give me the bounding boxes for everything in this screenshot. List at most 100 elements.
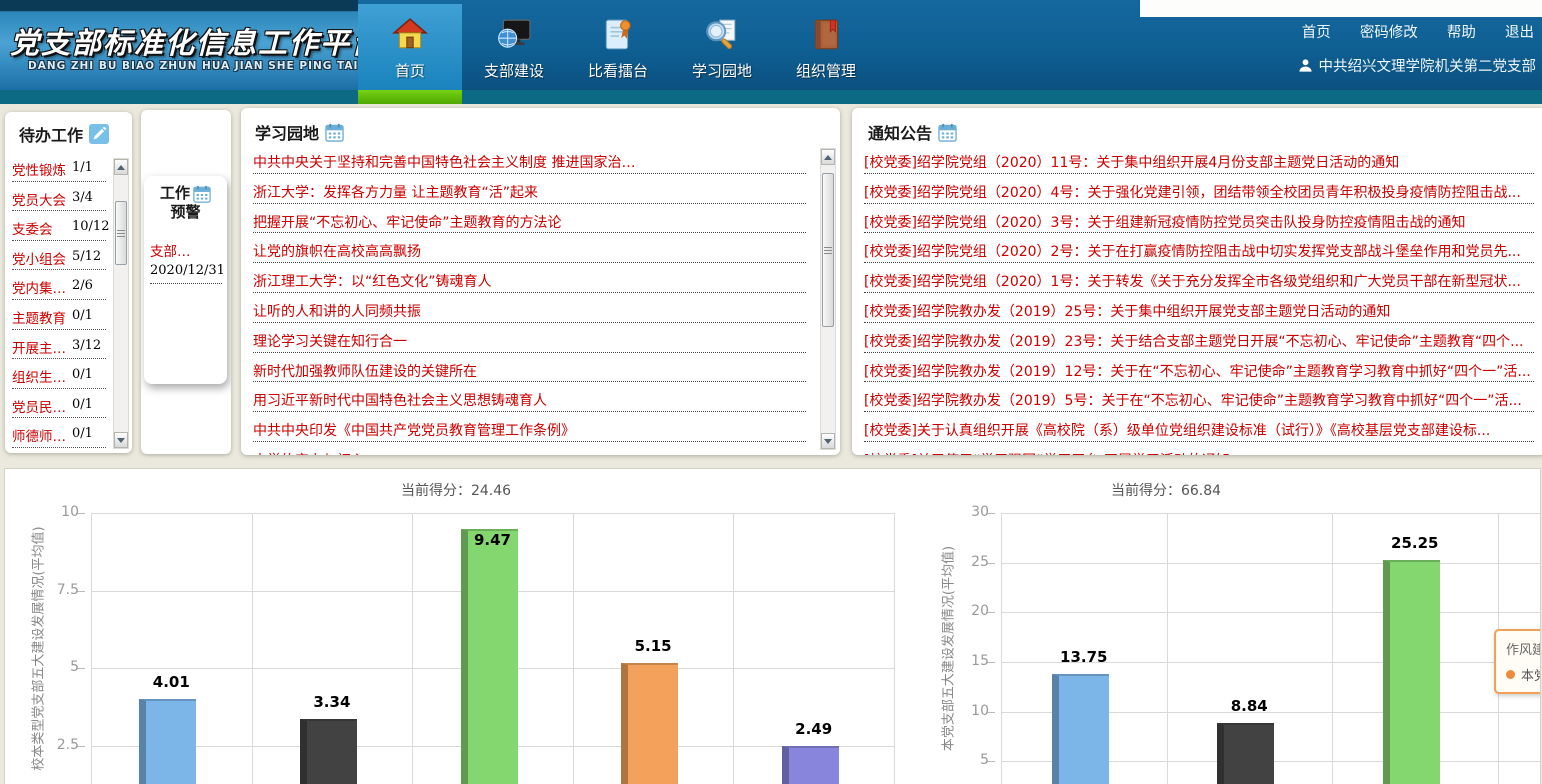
chart-bar[interactable] — [300, 719, 357, 784]
todo-item-count: 2/6 — [72, 278, 93, 293]
tab-study-garden[interactable]: 学习园地 — [670, 4, 774, 90]
news-link[interactable]: [校党委]绍学院党组（2020）1号：关于转发《关于充分发挥全市各级党组织和广大… — [864, 271, 1521, 291]
news-link[interactable]: 让党的旗帜在高校高高飘扬 — [253, 241, 421, 261]
news-link[interactable]: [校党委]关于使用“学习强国”学习平台 开展学习活动的通知 — [864, 450, 1230, 455]
todo-item-link[interactable]: 组织生… — [12, 366, 66, 386]
scrollbar-down-button[interactable] — [821, 433, 835, 449]
news-link[interactable]: [校党委]绍学院党组（2020）4号：关于强化党建引领，团结带领全校团员青年积极… — [864, 182, 1521, 202]
news-link[interactable]: 理论学习关键在知行合一 — [253, 331, 407, 351]
news-link[interactable]: [校党委]关于认真组织开展《高校院（系）级单位党组织建设标准（试行）》《高校基层… — [864, 420, 1490, 440]
scrollbar-thumb[interactable] — [822, 173, 834, 327]
chart-score-label: 当前得分：24.46 — [306, 480, 606, 500]
tab-branch-building[interactable]: 支部建设 — [462, 4, 566, 90]
todo-item-link[interactable]: 党性锻炼 — [12, 159, 66, 179]
home-icon — [392, 17, 428, 53]
chart-bar[interactable] — [1383, 560, 1440, 784]
todo-item: 组织生…0/1 — [12, 359, 106, 389]
link-logout[interactable]: 退出 — [1505, 25, 1534, 41]
news-link[interactable]: [校党委]绍学院教办发（2019）25号：关于集中组织开展党支部主题党日活动的通… — [864, 301, 1390, 321]
link-change-password[interactable]: 密码修改 — [1360, 25, 1418, 41]
tooltip-series-value: 本党 — [1506, 665, 1541, 684]
calendar-icon — [938, 123, 957, 142]
news-link[interactable]: [校党委]绍学院党组（2020）3号：关于组建新冠疫情防控党员突击队投身防控疫情… — [864, 212, 1465, 232]
todo-title-text: 待办工作 — [19, 122, 83, 146]
scrollbar-down-button[interactable] — [114, 432, 128, 448]
chart-bar[interactable] — [1217, 723, 1274, 784]
link-help[interactable]: 帮助 — [1447, 25, 1476, 41]
news-link[interactable]: 让听的人和讲的人同频共振 — [253, 301, 421, 321]
warning-item-date: 2020/12/31 — [150, 263, 222, 278]
user-info: 中共绍兴文理学院机关第二党支部 — [1298, 55, 1537, 76]
todo-item-count: 0/1 — [72, 397, 93, 412]
notice-title-text: 通知公告 — [868, 120, 932, 144]
chart-bar-value: 2.49 — [764, 720, 864, 738]
tab-compare-arena[interactable]: 比看擂台 — [566, 4, 670, 90]
link-home[interactable]: 首页 — [1302, 25, 1331, 41]
scrollbar-up-button[interactable] — [114, 159, 128, 175]
logo-subtitle: DANG ZHI BU BIAO ZHUN HUA JIAN SHE PING … — [28, 60, 358, 72]
news-link[interactable]: [校党委]绍学院教办发（2019）12号：关于在“不忘初心、牢记使命”主题教育学… — [864, 361, 1531, 381]
edit-icon[interactable] — [89, 124, 109, 144]
todo-item-count: 3/12 — [72, 338, 101, 353]
news-link[interactable]: 把握开展“不忘初心、牢记使命”主题教育的方法论 — [253, 212, 562, 232]
news-link[interactable]: [校党委]绍学院党组（2020）2号：关于在打赢疫情防控阻击战中切实发挥党支部战… — [864, 241, 1521, 261]
chart-tick-label: 10 — [929, 703, 989, 719]
chart-bar-value: 13.75 — [1034, 648, 1134, 666]
chart-bar[interactable] — [461, 529, 518, 784]
chart-tick-label: 25 — [929, 554, 989, 570]
news-link[interactable]: 中共中央印发《中国共产党党员教育管理工作条例》 — [253, 420, 575, 440]
chart-bar[interactable] — [1052, 674, 1109, 784]
chart-bar[interactable] — [139, 699, 196, 784]
todo-item-link[interactable]: 主题教育 — [12, 307, 66, 327]
todo-item-link[interactable]: 党员民… — [12, 396, 66, 416]
news-link[interactable]: 用习近平新时代中国特色社会主义思想铸魂育人 — [253, 390, 547, 410]
todo-scrollbar[interactable] — [113, 158, 129, 449]
tab-org-management[interactable]: 组织管理 — [774, 4, 878, 90]
warning-item[interactable]: 支部… 2020/12/31 — [150, 240, 222, 284]
todo-item-count: 0/1 — [72, 426, 93, 441]
scrollbar-up-button[interactable] — [821, 149, 835, 165]
todo-item-link[interactable]: 党内集… — [12, 277, 66, 297]
tab-home[interactable]: 首页 — [358, 4, 462, 90]
chart-y-axis-name: 本党支部五大建设发展情况(平均值) — [938, 489, 957, 784]
todo-item-link[interactable]: 党员大会 — [12, 189, 66, 209]
logo-title: 党支部标准化信息工作平台 — [10, 20, 355, 62]
news-link[interactable]: 中共中央关于坚持和完善中国特色社会主义制度 推进国家治… — [253, 152, 635, 172]
scrollbar-thumb[interactable] — [115, 201, 127, 265]
chart-bar-value: 5.15 — [603, 637, 703, 655]
todo-item-link[interactable]: 党小组会 — [12, 248, 66, 268]
chart-bar[interactable] — [621, 663, 678, 784]
warning-title-text2: 预警 — [144, 203, 227, 222]
notice-panel-title: 通知公告 — [868, 120, 957, 144]
news-link[interactable]: 新时代加强教师队伍建设的关键所在 — [253, 361, 477, 381]
news-link[interactable]: 大学的定力与初心 — [253, 450, 365, 455]
news-item: [校党委]关于使用“学习强国”学习平台 开展学习活动的通知 — [864, 442, 1534, 455]
todo-item-count: 0/1 — [72, 308, 93, 323]
chart-gridline — [1332, 513, 1333, 784]
todo-item: 开展主… 3/12 — [12, 330, 106, 360]
news-link[interactable]: [校党委]绍学院党组（2020）11号：关于集中组织开展4月份支部主题党日活动的… — [864, 152, 1399, 172]
news-item: [校党委]绍学院党组（2020）2号：关于在打赢疫情防控阻击战中切实发挥党支部战… — [864, 233, 1534, 263]
news-item: 把握开展“不忘初心、牢记使命”主题教育的方法论 — [253, 204, 806, 234]
news-item: 中共中央印发《中国共产党党员教育管理工作条例》 — [253, 412, 806, 442]
warning-item-label[interactable]: 支部… — [150, 240, 222, 260]
todo-item: 党小组会5/12 — [12, 241, 106, 271]
study-scrollbar[interactable] — [820, 148, 836, 450]
series-dot-icon — [1506, 670, 1515, 679]
todo-item-link[interactable]: 支委会 — [12, 218, 53, 238]
news-item: [校党委]绍学院教办发（2019）12号：关于在“不忘初心、牢记使命”主题教育学… — [864, 353, 1534, 383]
news-link[interactable]: 浙江理工大学：以“红色文化”铸魂育人 — [253, 271, 492, 291]
todo-item: 党员民… 0/1 — [12, 389, 106, 419]
notice-panel: 通知公告 [校党委]绍学院党组（2020）11号：关于集中组织开展4月份支部主题… — [852, 108, 1542, 455]
warning-panel-title: 工作 预警 — [144, 184, 227, 222]
chart-gridline — [1167, 513, 1168, 784]
todo-item-link[interactable]: 开展主… — [12, 337, 66, 357]
chart-bar[interactable] — [782, 746, 839, 784]
todo-item: 党性锻炼1/1 — [12, 152, 106, 182]
news-link[interactable]: [校党委]绍学院教办发（2019）5号：关于在“不忘初心、牢记使命”主题教育学习… — [864, 390, 1522, 410]
news-link[interactable]: [校党委]绍学院教办发（2019）23号：关于结合支部主题党日开展“不忘初心、牢… — [864, 331, 1523, 351]
todo-item-link[interactable]: 师德师… — [12, 425, 66, 445]
tooltip-text: 本党 — [1521, 665, 1541, 684]
chart-bar-value: 8.84 — [1199, 697, 1299, 715]
news-link[interactable]: 浙江大学：发挥各方力量 让主题教育“活”起来 — [253, 182, 538, 202]
